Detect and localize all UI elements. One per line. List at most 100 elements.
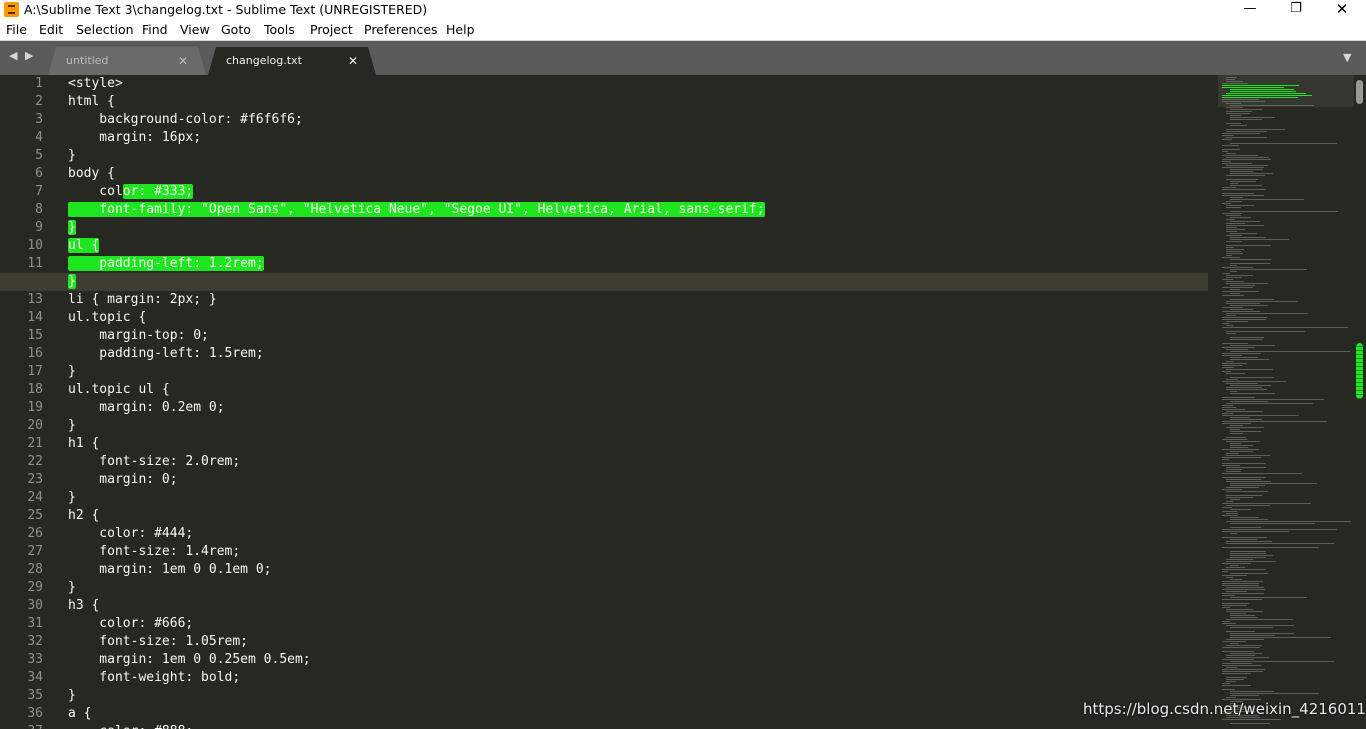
- code-line[interactable]: ul.topic ul {: [68, 381, 1208, 399]
- minimap-line: [1222, 621, 1231, 622]
- code-line[interactable]: font-weight: bold;: [68, 669, 1208, 687]
- line-number: 3: [35, 112, 43, 127]
- minimap-line: [1226, 275, 1254, 276]
- code-line[interactable]: font-family: "Open Sans", "Helvetica Neu…: [68, 201, 1208, 219]
- minimap-line: [1222, 267, 1254, 268]
- minimap-line: [1222, 671, 1263, 672]
- minimap-line: [1222, 405, 1234, 406]
- menu-help[interactable]: Help: [446, 20, 475, 40]
- close-window-button[interactable]: ✕: [1319, 0, 1365, 20]
- code-line[interactable]: margin-top: 0;: [68, 327, 1208, 345]
- minimap-line: [1230, 613, 1246, 614]
- minimap-line: [1230, 723, 1271, 724]
- minimap-line: [1222, 599, 1262, 600]
- menu-edit[interactable]: Edit: [39, 20, 63, 40]
- minimap-line: [1222, 673, 1252, 674]
- minimap-line: [1226, 369, 1273, 370]
- minimap-line: [1226, 501, 1234, 502]
- minimap-line: [1230, 183, 1239, 184]
- editor-area[interactable]: 1234567891011121314151617181920212223242…: [0, 75, 1366, 729]
- minimap-line: [1230, 635, 1275, 636]
- code-line[interactable]: }: [0, 273, 1208, 291]
- code-line[interactable]: h2 {: [68, 507, 1208, 525]
- vertical-scrollbar[interactable]: [1354, 75, 1366, 729]
- minimap-line: [1222, 473, 1303, 474]
- menu-tools[interactable]: Tools: [264, 20, 295, 40]
- tab-changelog[interactable]: changelog.txt ✕: [208, 47, 376, 75]
- menu-goto[interactable]: Goto: [221, 20, 251, 40]
- minimap-line: [1226, 111, 1252, 112]
- code-line[interactable]: ul {: [68, 237, 1208, 255]
- minimap-line: [1226, 201, 1243, 202]
- code-line[interactable]: h3 {: [68, 597, 1208, 615]
- minimap-line: [1222, 193, 1255, 194]
- minimap-line: [1226, 591, 1247, 592]
- code-line[interactable]: }: [68, 489, 1208, 507]
- code-line[interactable]: }: [68, 579, 1208, 597]
- code-line[interactable]: color: #666;: [68, 615, 1208, 633]
- minimap-line: [1222, 365, 1243, 366]
- menu-find[interactable]: Find: [142, 20, 168, 40]
- menu-project[interactable]: Project: [310, 20, 353, 40]
- maximize-button[interactable]: ❐: [1273, 0, 1319, 20]
- minimap-line: [1230, 451, 1253, 452]
- code-line[interactable]: a {: [68, 705, 1208, 723]
- minimap-line: [1222, 85, 1299, 86]
- code-line[interactable]: padding-left: 1.5rem;: [68, 345, 1208, 363]
- menu-view[interactable]: View: [180, 20, 210, 40]
- code-line[interactable]: margin: 0;: [68, 471, 1208, 489]
- code-line[interactable]: }: [68, 363, 1208, 381]
- menu-file[interactable]: File: [6, 20, 27, 40]
- code-line[interactable]: }: [68, 147, 1208, 165]
- minimap-line: [1226, 619, 1294, 620]
- code-line[interactable]: }: [68, 219, 1208, 237]
- minimap-line: [1226, 123, 1241, 124]
- code-line[interactable]: margin: 0.2em 0;: [68, 399, 1208, 417]
- tab-list-dropdown-icon[interactable]: ▼: [1343, 51, 1351, 64]
- minimap-line: [1226, 481, 1272, 482]
- code-line[interactable]: ul.topic {: [68, 309, 1208, 327]
- minimap-line: [1222, 279, 1233, 280]
- minimize-button[interactable]: —: [1227, 0, 1273, 20]
- minimap-line: [1222, 663, 1253, 664]
- minimap-line: [1222, 669, 1265, 670]
- code-line[interactable]: color: #333;: [68, 183, 1208, 201]
- code-line[interactable]: font-size: 2.0rem;: [68, 453, 1208, 471]
- menu-preferences[interactable]: Preferences: [364, 20, 438, 40]
- code-line[interactable]: margin: 1em 0 0.1em 0;: [68, 561, 1208, 579]
- code-line[interactable]: li { margin: 2px; }: [68, 291, 1208, 309]
- minimap-line: [1226, 179, 1259, 180]
- minimap-line: [1226, 281, 1245, 282]
- code-line[interactable]: }: [68, 417, 1208, 435]
- minimap-line: [1230, 433, 1244, 434]
- code-line[interactable]: color: #444;: [68, 525, 1208, 543]
- tab-nav-arrows-icon[interactable]: ◀ ▶: [9, 49, 35, 62]
- minimap-line: [1230, 553, 1266, 554]
- code-line[interactable]: color: #888;: [68, 723, 1208, 729]
- minimap-line: [1222, 139, 1233, 140]
- selected-text: or: #333;: [122, 184, 194, 199]
- minimap-line: [1226, 625, 1294, 626]
- code-line[interactable]: html {: [68, 93, 1208, 111]
- code-line[interactable]: body {: [68, 165, 1208, 183]
- minimap-line: [1226, 441, 1261, 442]
- code-line[interactable]: padding-left: 1.2rem;: [68, 255, 1208, 273]
- minimap-line: [1222, 367, 1234, 368]
- code-line[interactable]: }: [68, 687, 1208, 705]
- minimap-line: [1230, 691, 1275, 692]
- code-line[interactable]: margin: 1em 0 0.25em 0.5em;: [68, 651, 1208, 669]
- code-line[interactable]: font-size: 1.05rem;: [68, 633, 1208, 651]
- tab-untitled[interactable]: untitled ✕: [48, 47, 206, 75]
- code-line[interactable]: <style>: [68, 75, 1208, 93]
- scrollbar-thumb[interactable]: [1356, 80, 1363, 104]
- code-view[interactable]: <style> html { background-color: #f6f6f6;…: [0, 75, 1208, 729]
- code-line[interactable]: margin: 16px;: [68, 129, 1208, 147]
- code-line[interactable]: background-color: #f6f6f6;: [68, 111, 1208, 129]
- menu-selection[interactable]: Selection: [76, 20, 134, 40]
- minimap-line: [1222, 311, 1260, 312]
- code-line[interactable]: h1 {: [68, 435, 1208, 453]
- tab-close-icon[interactable]: ✕: [348, 47, 358, 75]
- minimap[interactable]: [1218, 75, 1354, 729]
- code-line[interactable]: font-size: 1.4rem;: [68, 543, 1208, 561]
- tab-close-icon[interactable]: ✕: [178, 47, 188, 75]
